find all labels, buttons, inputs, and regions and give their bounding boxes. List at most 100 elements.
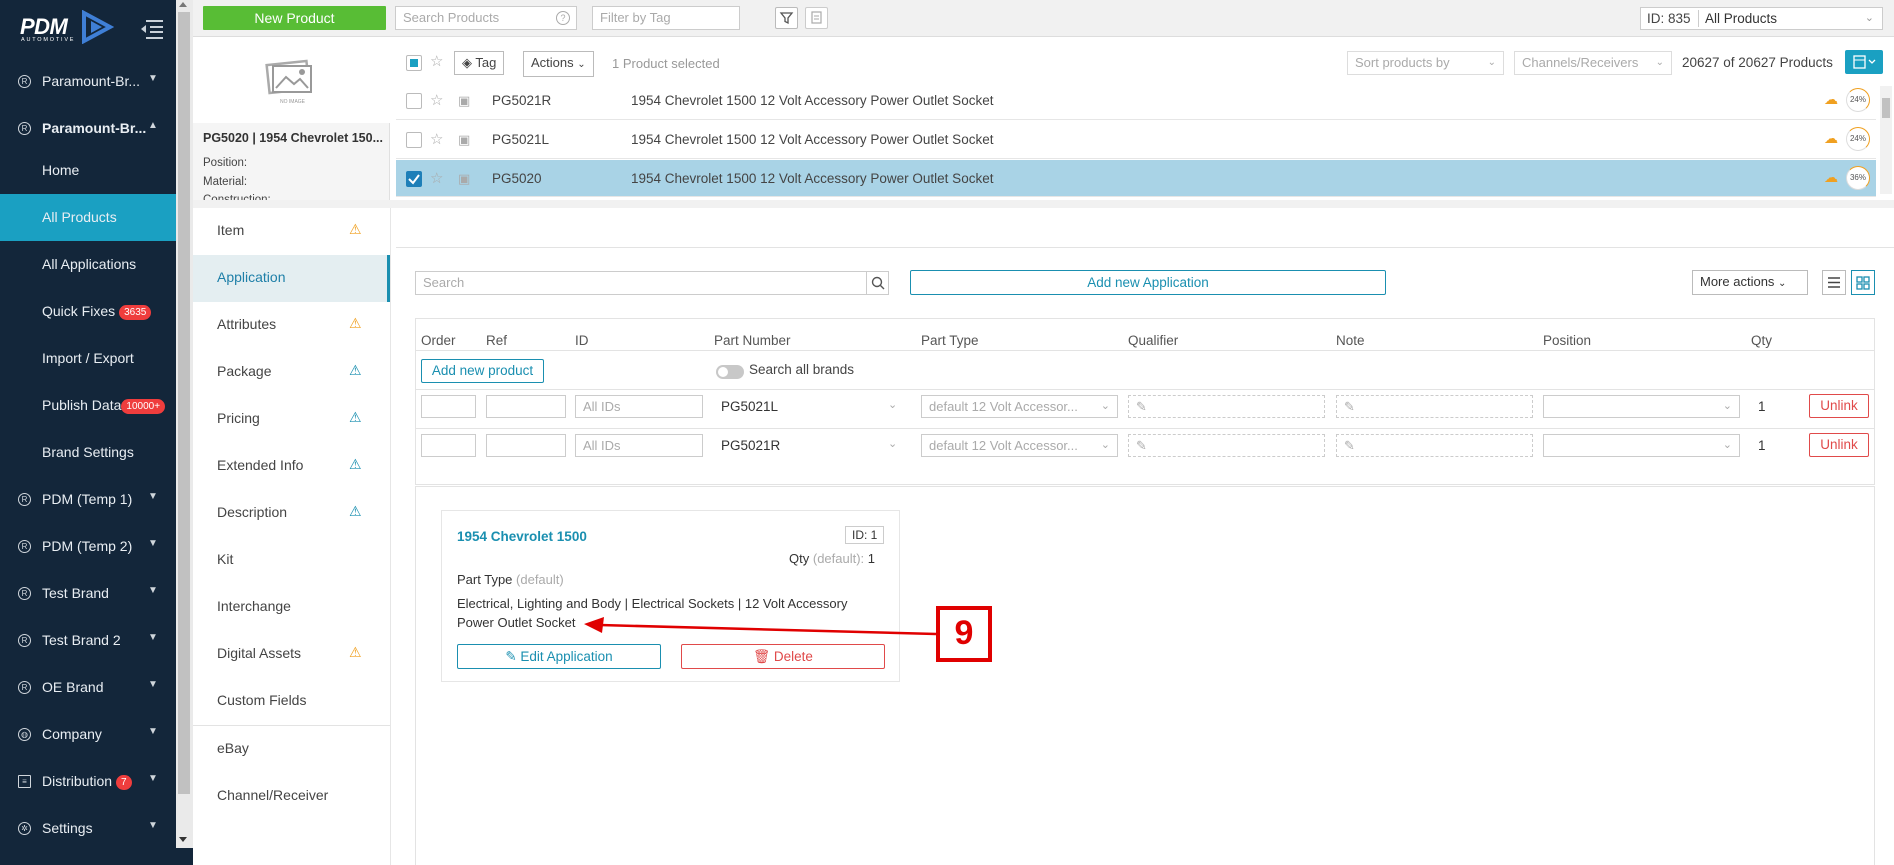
position-select[interactable]: ⌄ (1543, 395, 1740, 418)
section-pricing[interactable]: Pricing ⚠ (193, 396, 390, 443)
star-icon[interactable]: ☆ (430, 169, 443, 187)
section-interchange[interactable]: Interchange (193, 584, 390, 631)
qualifier-input[interactable]: ✎ (1128, 395, 1325, 418)
new-product-button[interactable]: New Product (203, 6, 386, 30)
section-item[interactable]: Item ⚠ (193, 208, 390, 255)
ref-input[interactable] (486, 395, 566, 418)
image-icon: ▣ (458, 93, 471, 108)
section-digital-assets[interactable]: Digital Assets ⚠ (193, 631, 390, 678)
add-new-product-button[interactable]: Add new product (421, 359, 544, 383)
product-row-selected[interactable]: ☆ ▣ PG5020 1954 Chevrolet 1500 12 Volt A… (396, 160, 1876, 197)
ids-input[interactable]: All IDs (575, 395, 703, 418)
sidebar-brand-paramount-1[interactable]: R Paramount-Br... ▼ (0, 58, 176, 105)
sidebar-item-quick-fixes[interactable]: Quick Fixes 3635 (0, 288, 176, 335)
ids-input[interactable]: All IDs (575, 434, 703, 457)
order-input[interactable] (421, 395, 476, 418)
section-description[interactable]: Description ⚠ (193, 490, 390, 537)
grid-view-button[interactable] (1851, 270, 1875, 295)
pdm-logo[interactable]: PDM AUTOMOTIVE (20, 10, 160, 46)
sidebar-scrollbar-thumb[interactable] (178, 12, 190, 794)
chevron-down-icon[interactable]: ⌄ (888, 437, 897, 450)
section-extended-info[interactable]: Extended Info ⚠ (193, 443, 390, 490)
part-type-value: default 12 Volt Accessor... (929, 438, 1078, 453)
sidebar-brand-paramount-2[interactable]: R Paramount-Br... ▲ (0, 105, 176, 152)
sidebar-item-home[interactable]: Home (0, 147, 176, 194)
chevron-down-icon[interactable]: ⌄ (888, 398, 897, 411)
saved-filter-button[interactable] (805, 7, 828, 29)
note-input[interactable]: ✎ (1336, 434, 1533, 457)
unlink-button[interactable]: Unlink (1809, 433, 1869, 457)
sidebar-item-company[interactable]: ◍ Company ▼ (0, 711, 176, 758)
search-all-brands-toggle[interactable] (716, 365, 744, 379)
add-new-application-button[interactable]: Add new Application (910, 270, 1386, 295)
section-attributes[interactable]: Attributes ⚠ (193, 302, 390, 349)
product-list-scrollbar[interactable] (1880, 86, 1892, 194)
sidebar-item-all-products[interactable]: All Products (0, 194, 176, 241)
sort-dropdown[interactable]: Sort products by ⌄ (1347, 51, 1504, 75)
document-icon (811, 11, 822, 24)
section-kit[interactable]: Kit (193, 537, 390, 584)
section-package[interactable]: Package ⚠ (193, 349, 390, 396)
note-input[interactable]: ✎ (1336, 395, 1533, 418)
star-icon[interactable]: ☆ (430, 91, 443, 109)
select-all-checkbox[interactable] (406, 55, 422, 71)
sidebar-item-settings[interactable]: ✲ Settings ▼ (0, 805, 176, 852)
part-number-value[interactable]: PG5021R (721, 438, 780, 453)
product-row[interactable]: ☆ ▣ PG5021L 1954 Chevrolet 1500 12 Volt … (396, 121, 1876, 159)
sidebar-brand-test-brand[interactable]: R Test Brand ▼ (0, 570, 176, 617)
scroll-down-icon[interactable] (179, 837, 187, 842)
scroll-up-icon[interactable] (179, 2, 187, 7)
application-search-button[interactable] (866, 271, 889, 295)
section-custom-fields[interactable]: Custom Fields (193, 678, 390, 725)
column-settings-button[interactable] (1845, 50, 1883, 74)
product-list-scrollbar-thumb[interactable] (1882, 98, 1890, 118)
sidebar-brand-pdm-temp-2[interactable]: R PDM (Temp 2) ▼ (0, 523, 176, 570)
help-icon[interactable]: ? (556, 11, 570, 25)
sidebar-brand-oe-brand[interactable]: R OE Brand ▼ (0, 664, 176, 711)
tag-button[interactable]: ◈ Tag (454, 51, 505, 75)
search-products-input[interactable]: Search Products ? (395, 6, 577, 30)
chevron-down-icon: ⌄ (1100, 400, 1110, 412)
section-ebay[interactable]: eBay (193, 726, 390, 773)
order-input[interactable] (421, 434, 476, 457)
sidebar-item-label: OE Brand (42, 679, 104, 695)
qty-value: 1 (1758, 438, 1766, 453)
more-actions-dropdown[interactable]: More actions ⌄ (1692, 270, 1808, 295)
search-icon (871, 276, 885, 290)
position-select[interactable]: ⌄ (1543, 434, 1740, 457)
sidebar-item-brand-settings[interactable]: Brand Settings (0, 429, 176, 476)
sidebar-item-all-applications[interactable]: All Applications (0, 241, 176, 288)
ref-input[interactable] (486, 434, 566, 457)
unlink-button[interactable]: Unlink (1809, 394, 1869, 418)
filter-by-tag-input[interactable]: Filter by Tag (592, 6, 740, 30)
sidebar-brand-pdm-temp-1[interactable]: R PDM (Temp 1) ▼ (0, 476, 176, 523)
delete-application-button[interactable]: 🗑 Delete (681, 644, 885, 669)
application-title[interactable]: 1954 Chevrolet 1500 (457, 529, 587, 544)
view-selector[interactable]: ID: 835 All Products ⌄ (1640, 7, 1883, 30)
star-icon[interactable]: ☆ (430, 130, 443, 148)
section-channel-receiver[interactable]: Channel/Receiver (193, 773, 390, 820)
part-type-select[interactable]: default 12 Volt Accessor... ⌄ (921, 434, 1118, 457)
sidebar-item-publish-data[interactable]: Publish Data 10000+ (0, 382, 176, 429)
row-checkbox[interactable] (406, 93, 422, 109)
application-search-input[interactable]: Search (415, 271, 867, 295)
part-number-value[interactable]: PG5021L (721, 399, 778, 414)
edit-application-button[interactable]: ✎ Edit Application (457, 644, 661, 669)
row-checkbox[interactable] (406, 132, 422, 148)
sidebar-item-import-export[interactable]: Import / Export (0, 335, 176, 382)
star-icon[interactable]: ☆ (430, 52, 443, 70)
qualifier-input[interactable]: ✎ (1128, 434, 1325, 457)
list-view-button[interactable] (1822, 270, 1846, 295)
filter-button[interactable] (775, 7, 798, 29)
product-row[interactable]: ☆ ▣ PG5021R 1954 Chevrolet 1500 12 Volt … (396, 82, 1876, 120)
channels-dropdown[interactable]: Channels/Receivers ⌄ (1514, 51, 1672, 75)
sidebar-brand-test-brand-2[interactable]: R Test Brand 2 ▼ (0, 617, 176, 664)
row-checkbox[interactable] (406, 171, 422, 187)
part-type-select[interactable]: default 12 Volt Accessor... ⌄ (921, 395, 1118, 418)
section-application[interactable]: Application (193, 255, 390, 302)
menu-collapse-icon[interactable] (140, 18, 164, 40)
sidebar-item-distribution[interactable]: ≡ Distribution 7 ▼ (0, 758, 176, 805)
qty-label: Qty (789, 551, 810, 566)
actions-dropdown[interactable]: Actions ⌄ (523, 51, 594, 77)
warning-icon: ⚠ (349, 644, 362, 660)
